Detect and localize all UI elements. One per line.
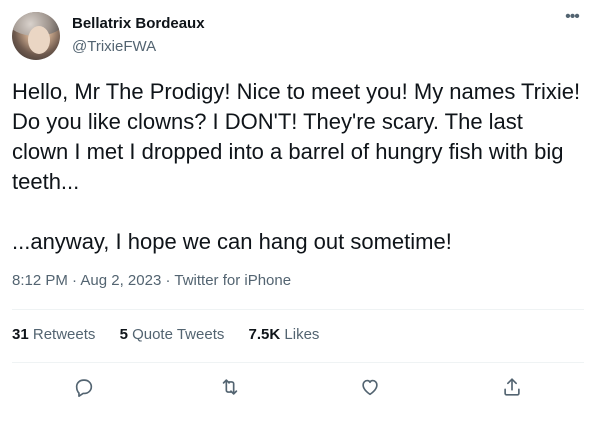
- retweet-button[interactable]: [215, 372, 245, 402]
- quote-tweets-stat[interactable]: 5 Quote Tweets: [120, 326, 225, 343]
- quotes-label: Quote Tweets: [132, 326, 225, 343]
- author-name[interactable]: Bellatrix Bordeaux: [72, 15, 205, 32]
- avatar[interactable]: [12, 12, 60, 60]
- meta-separator: ·: [67, 272, 81, 289]
- action-bar: [0, 372, 596, 402]
- retweets-stat[interactable]: 31 Retweets: [12, 326, 95, 343]
- tweet-time[interactable]: 8:12 PM: [12, 272, 68, 289]
- tweet-meta: 8:12 PM · Aug 2, 2023 · Twitter for iPho…: [12, 272, 291, 289]
- tweet-source[interactable]: Twitter for iPhone: [174, 272, 291, 289]
- tweet-date[interactable]: Aug 2, 2023: [80, 272, 161, 289]
- tweet-stats: 31 Retweets 5 Quote Tweets 7.5K Likes: [12, 326, 339, 343]
- reply-button[interactable]: [69, 372, 99, 402]
- divider: [12, 309, 584, 310]
- reply-icon: [75, 379, 93, 397]
- retweets-label: Retweets: [32, 326, 96, 343]
- likes-label: Likes: [284, 326, 320, 343]
- divider: [12, 362, 584, 363]
- retweets-count: 31: [12, 326, 29, 343]
- tweet-text: Hello, Mr The Prodigy! Nice to meet you!…: [12, 79, 581, 254]
- meta-separator: ·: [161, 272, 175, 289]
- more-icon[interactable]: •••: [560, 8, 584, 32]
- tweet-card: Bellatrix Bordeaux @TrixieFWA ••• Hello,…: [0, 0, 596, 424]
- likes-count: 7.5K: [248, 326, 281, 343]
- author-handle[interactable]: @TrixieFWA: [72, 38, 156, 55]
- share-icon: [504, 378, 520, 396]
- retweet-icon: [222, 379, 238, 395]
- like-button[interactable]: [355, 372, 385, 402]
- likes-stat[interactable]: 7.5K Likes: [249, 326, 320, 343]
- heart-icon: [362, 379, 378, 396]
- share-button[interactable]: [497, 372, 527, 402]
- quotes-count: 5: [119, 326, 128, 343]
